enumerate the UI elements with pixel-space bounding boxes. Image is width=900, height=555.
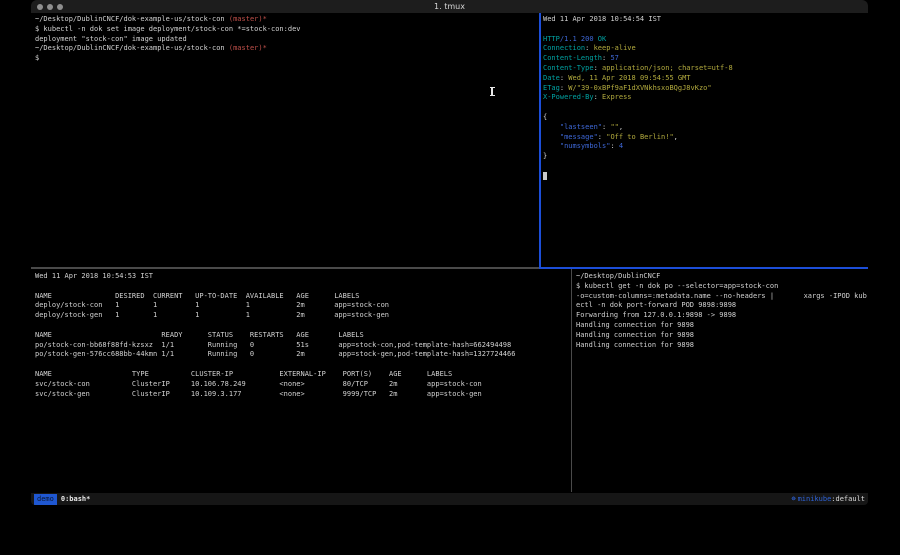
terminal-line: HTTP/1.1 200 OK [543,35,865,45]
terminal-line: Connection: keep-alive [543,44,865,54]
terminal-line: "numsymbols": 4 [543,142,865,152]
mouse-ibeam-cursor [489,87,495,96]
active-pane-border-vertical[interactable] [539,13,541,267]
terminal-line: ETag: W/"39-0xBPf9aF1dXVNkhsxoBQgJ8vKzo" [543,84,865,94]
terminal-line [35,321,565,331]
terminal-line [543,25,865,35]
tmux-status-bar: demo 0:bash* ☸ minikube :default [31,492,868,505]
terminal-line: po/stock-gen-576cc688bb-44kmn 1/1 Runnin… [35,350,565,360]
terminal-line: Forwarding from 127.0.0.1:9898 -> 9898 [576,311,866,321]
pane-http-response[interactable]: Wed 11 Apr 2018 10:54:54 IST HTTP/1.1 20… [543,15,865,182]
status-left: demo 0:bash* [34,494,90,505]
terminal-line: NAME TYPE CLUSTER-IP EXTERNAL-IP PORT(S)… [35,370,565,380]
traffic-lights [37,4,63,10]
tmux-window-item[interactable]: 0:bash* [61,495,91,503]
pane-border-vertical-bottom[interactable] [571,269,572,492]
tmux-session-area: ~/Desktop/DublinCNCF/dok-example-us/stoc… [31,13,868,492]
status-right: ☸ minikube :default [791,495,865,503]
terminal-line: svc/stock-con ClusterIP 10.106.78.249 <n… [35,380,565,390]
terminal-line: Date: Wed, 11 Apr 2018 09:54:55 GMT [543,74,865,84]
terminal-line: Wed 11 Apr 2018 10:54:53 IST [35,272,565,282]
kube-namespace-label: :default [831,495,865,503]
terminal-line: "lastseen": "", [543,123,865,133]
terminal-line: ~/Desktop/DublinCNCF/dok-example-us/stoc… [35,44,535,54]
pane-border-horizontal-left[interactable] [31,267,539,269]
terminal-line: Handling connection for 9898 [576,331,866,341]
terminal-line: svc/stock-gen ClusterIP 10.109.3.177 <no… [35,390,565,400]
terminal-line [543,162,865,172]
terminal-line [35,360,565,370]
terminal-line: NAME DESIRED CURRENT UP-TO-DATE AVAILABL… [35,292,565,302]
active-pane-border-horizontal[interactable] [539,267,868,269]
terminal-line: ~/Desktop/DublinCNCF [576,272,866,282]
window-titlebar[interactable]: 1. tmux [31,0,868,13]
session-name-badge: demo [34,494,57,505]
terminal-line: $ kubectl get -n dok po --selector=app=s… [576,282,866,292]
minimize-button[interactable] [47,4,53,10]
terminal-line: Handling connection for 9898 [576,321,866,331]
terminal-line: Handling connection for 9898 [576,341,866,351]
pane-kubectl-resources[interactable]: Wed 11 Apr 2018 10:54:53 IST NAME DESIRE… [35,272,565,399]
terminal-line: "message": "Off to Berlin!", [543,133,865,143]
terminal-line: deploy/stock-gen 1 1 1 1 2m app=stock-ge… [35,311,565,321]
terminal-window: 1. tmux ~/Desktop/DublinCNCF/dok-example… [31,0,868,505]
pane-port-forward[interactable]: ~/Desktop/DublinCNCF$ kubectl get -n dok… [576,272,866,350]
terminal-line [543,172,865,182]
pane-shell-top-left[interactable]: ~/Desktop/DublinCNCF/dok-example-us/stoc… [35,15,535,64]
terminal-line: X-Powered-By: Express [543,93,865,103]
terminal-line: deployment "stock-con" image updated [35,35,535,45]
terminal-line: Content-Length: 57 [543,54,865,64]
terminal-line: po/stock-con-bb68f88fd-kzsxz 1/1 Running… [35,341,565,351]
terminal-line: { [543,113,865,123]
terminal-line: Content-Type: application/json; charset=… [543,64,865,74]
terminal-line: ~/Desktop/DublinCNCF/dok-example-us/stoc… [35,15,535,25]
terminal-line: deploy/stock-con 1 1 1 1 2m app=stock-co… [35,301,565,311]
terminal-line: NAME READY STATUS RESTARTS AGE LABELS [35,331,565,341]
kubernetes-helm-icon: ☸ [791,495,795,503]
close-button[interactable] [37,4,43,10]
terminal-line: } [543,152,865,162]
terminal-line: $ [35,54,535,64]
terminal-line: ectl -n dok port-forward POD 9898:9898 [576,301,866,311]
terminal-line [543,103,865,113]
terminal-line: -o=custom-columns=:metadata.name --no-he… [576,292,866,302]
window-title: 1. tmux [434,0,465,13]
block-cursor [543,172,547,180]
terminal-line: $ kubectl -n dok set image deployment/st… [35,25,535,35]
terminal-line [35,282,565,292]
zoom-button[interactable] [57,4,63,10]
terminal-line: Wed 11 Apr 2018 10:54:54 IST [543,15,865,25]
kube-context-label: minikube [798,495,832,503]
